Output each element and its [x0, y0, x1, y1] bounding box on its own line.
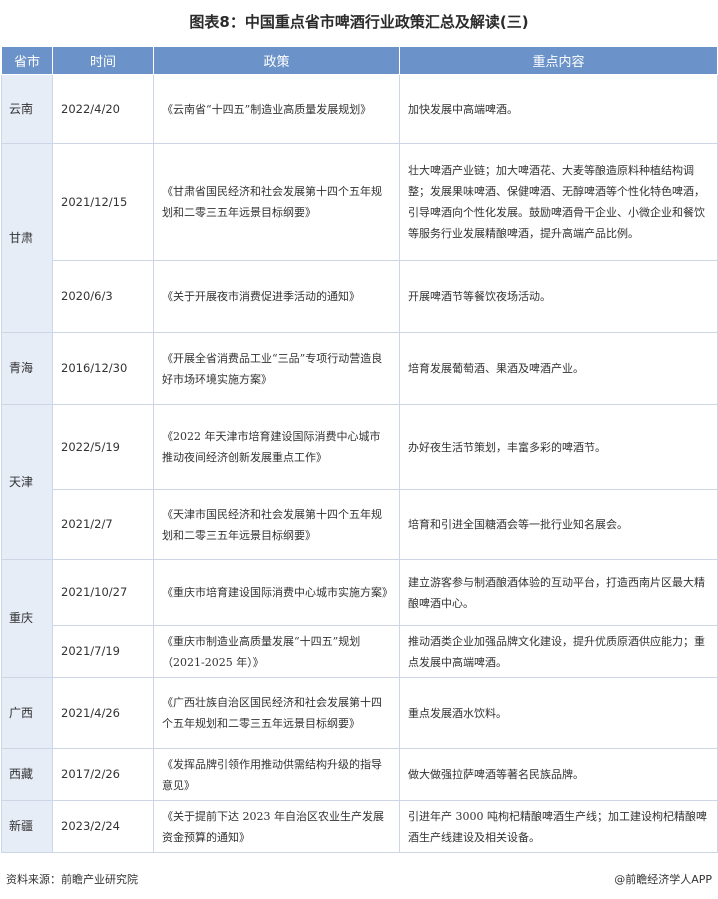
table-row: 2020/6/3 《关于开展夜市消费促进季活动的通知》 开展啤酒节等餐饮夜场活动… [2, 260, 718, 333]
table-row: 天津 2022/5/19 《2022 年天津市培育建设国际消费中心城市推动夜间经… [1, 404, 718, 560]
table-row: 西藏 2017/2/26 《发挥品牌引领作用推动供需结构升级的指导意见》 做大做… [1, 748, 718, 801]
table-row: 重庆 2021/10/27 《重庆市培育建设国际消费中心城市实施方案》 建立游客… [1, 559, 718, 678]
table-row: 青海 2016/12/30 《开展全省消费品工业“三品”专项行动营造良好市场环境… [1, 332, 718, 405]
policy-cell: 《天津市国民经济和社会发展第十四个五年规划和二零三五年远景目标纲要》 [153, 489, 400, 560]
time-cell: 2022/5/19 [52, 404, 154, 490]
province-cell: 重庆 [1, 559, 53, 678]
table-header-row: 省市 时间 政策 重点内容 [1, 46, 718, 75]
time-cell: 2022/4/20 [52, 74, 154, 144]
time-cell: 2021/2/7 [52, 489, 154, 560]
policy-table: 省市 时间 政策 重点内容 云南 2022/4/20 《云南省“十四五”制造业高… [1, 46, 718, 853]
header-time: 时间 [52, 46, 154, 75]
content-cell: 培育发展葡萄酒、果酒及啤酒产业。 [399, 332, 718, 405]
header-province: 省市 [1, 46, 53, 75]
content-cell: 重点发展酒水饮料。 [399, 677, 718, 749]
table-row: 广西 2021/4/26 《广西壮族自治区国民经济和社会发展第十四个五年规划和二… [1, 677, 718, 749]
province-cell: 天津 [1, 404, 53, 560]
content-cell: 建立游客参与制酒酿酒体验的互动平台，打造西南片区最大精酿啤酒中心。 [399, 559, 718, 626]
province-cell: 广西 [1, 677, 53, 749]
policy-cell: 《重庆市制造业高质量发展“十四五”规划（2021-2025 年）》 [153, 625, 400, 678]
content-cell: 办好夜生活节策划，丰富多彩的啤酒节。 [399, 404, 718, 490]
header-content: 重点内容 [399, 46, 718, 75]
time-cell: 2021/10/27 [52, 559, 154, 626]
time-cell: 2016/12/30 [52, 332, 154, 405]
table-row: 2021/2/7 《天津市国民经济和社会发展第十四个五年规划和二零三五年远景目标… [2, 489, 718, 560]
policy-cell: 《广西壮族自治区国民经济和社会发展第十四个五年规划和二零三五年远景目标纲要》 [153, 677, 400, 749]
policy-cell: 《发挥品牌引领作用推动供需结构升级的指导意见》 [153, 748, 400, 801]
footer: 资料来源：前瞻产业研究院 @前瞻经济学人APP [6, 870, 712, 890]
content-cell: 做大做强拉萨啤酒等著名民族品牌。 [399, 748, 718, 801]
content-cell: 壮大啤酒产业链；加大啤酒花、大麦等酿造原料种植结构调整；发展果味啤酒、保健啤酒、… [399, 143, 718, 261]
time-cell: 2017/2/26 [52, 748, 154, 801]
header-policy: 政策 [153, 46, 400, 75]
content-cell: 加快发展中高端啤酒。 [399, 74, 718, 144]
content-cell: 推动酒类企业加强品牌文化建设，提升优质原酒供应能力；重点发展中高端啤酒。 [399, 625, 718, 678]
time-cell: 2021/4/26 [52, 677, 154, 749]
policy-cell: 《开展全省消费品工业“三品”专项行动营造良好市场环境实施方案》 [153, 332, 400, 405]
content-cell: 培育和引进全国糖酒会等一批行业知名展会。 [399, 489, 718, 560]
table-row: 新疆 2023/2/24 《关于提前下达 2023 年自治区农业生产发展资金预算… [1, 800, 718, 853]
province-cell: 新疆 [1, 800, 53, 853]
source-note: 资料来源：前瞻产业研究院 [6, 873, 138, 886]
table-row: 2021/7/19 《重庆市制造业高质量发展“十四五”规划（2021-2025 … [2, 625, 718, 678]
time-cell: 2023/2/24 [52, 800, 154, 853]
time-cell: 2020/6/3 [52, 260, 154, 333]
policy-cell: 《云南省“十四五”制造业高质量发展规划》 [153, 74, 400, 144]
policy-cell: 《重庆市培育建设国际消费中心城市实施方案》 [153, 559, 400, 626]
table-row: 云南 2022/4/20 《云南省“十四五”制造业高质量发展规划》 加快发展中高… [1, 74, 718, 144]
time-cell: 2021/12/15 [52, 143, 154, 261]
province-cell: 西藏 [1, 748, 53, 801]
policy-cell: 《2022 年天津市培育建设国际消费中心城市推动夜间经济创新发展重点工作》 [153, 404, 400, 490]
app-credit: @前瞻经济学人APP [614, 873, 712, 886]
table-row: 甘肃 2021/12/15 《甘肃省国民经济和社会发展第十四个五年规划和二零三五… [1, 143, 718, 333]
province-cell: 甘肃 [1, 143, 53, 333]
content-cell: 开展啤酒节等餐饮夜场活动。 [399, 260, 718, 333]
policy-cell: 《关于提前下达 2023 年自治区农业生产发展资金预算的通知》 [153, 800, 400, 853]
province-cell: 云南 [1, 74, 53, 144]
policy-cell: 《甘肃省国民经济和社会发展第十四个五年规划和二零三五年远景目标纲要》 [153, 143, 400, 261]
province-cell: 青海 [1, 332, 53, 405]
content-cell: 引进年产 3000 吨枸杞精酿啤酒生产线；加工建设枸杞精酿啤酒生产线建设及相关设… [399, 800, 718, 853]
policy-cell: 《关于开展夜市消费促进季活动的通知》 [153, 260, 400, 333]
page-title: 图表8：中国重点省市啤酒行业政策汇总及解读(三) [189, 13, 529, 31]
time-cell: 2021/7/19 [52, 625, 154, 678]
